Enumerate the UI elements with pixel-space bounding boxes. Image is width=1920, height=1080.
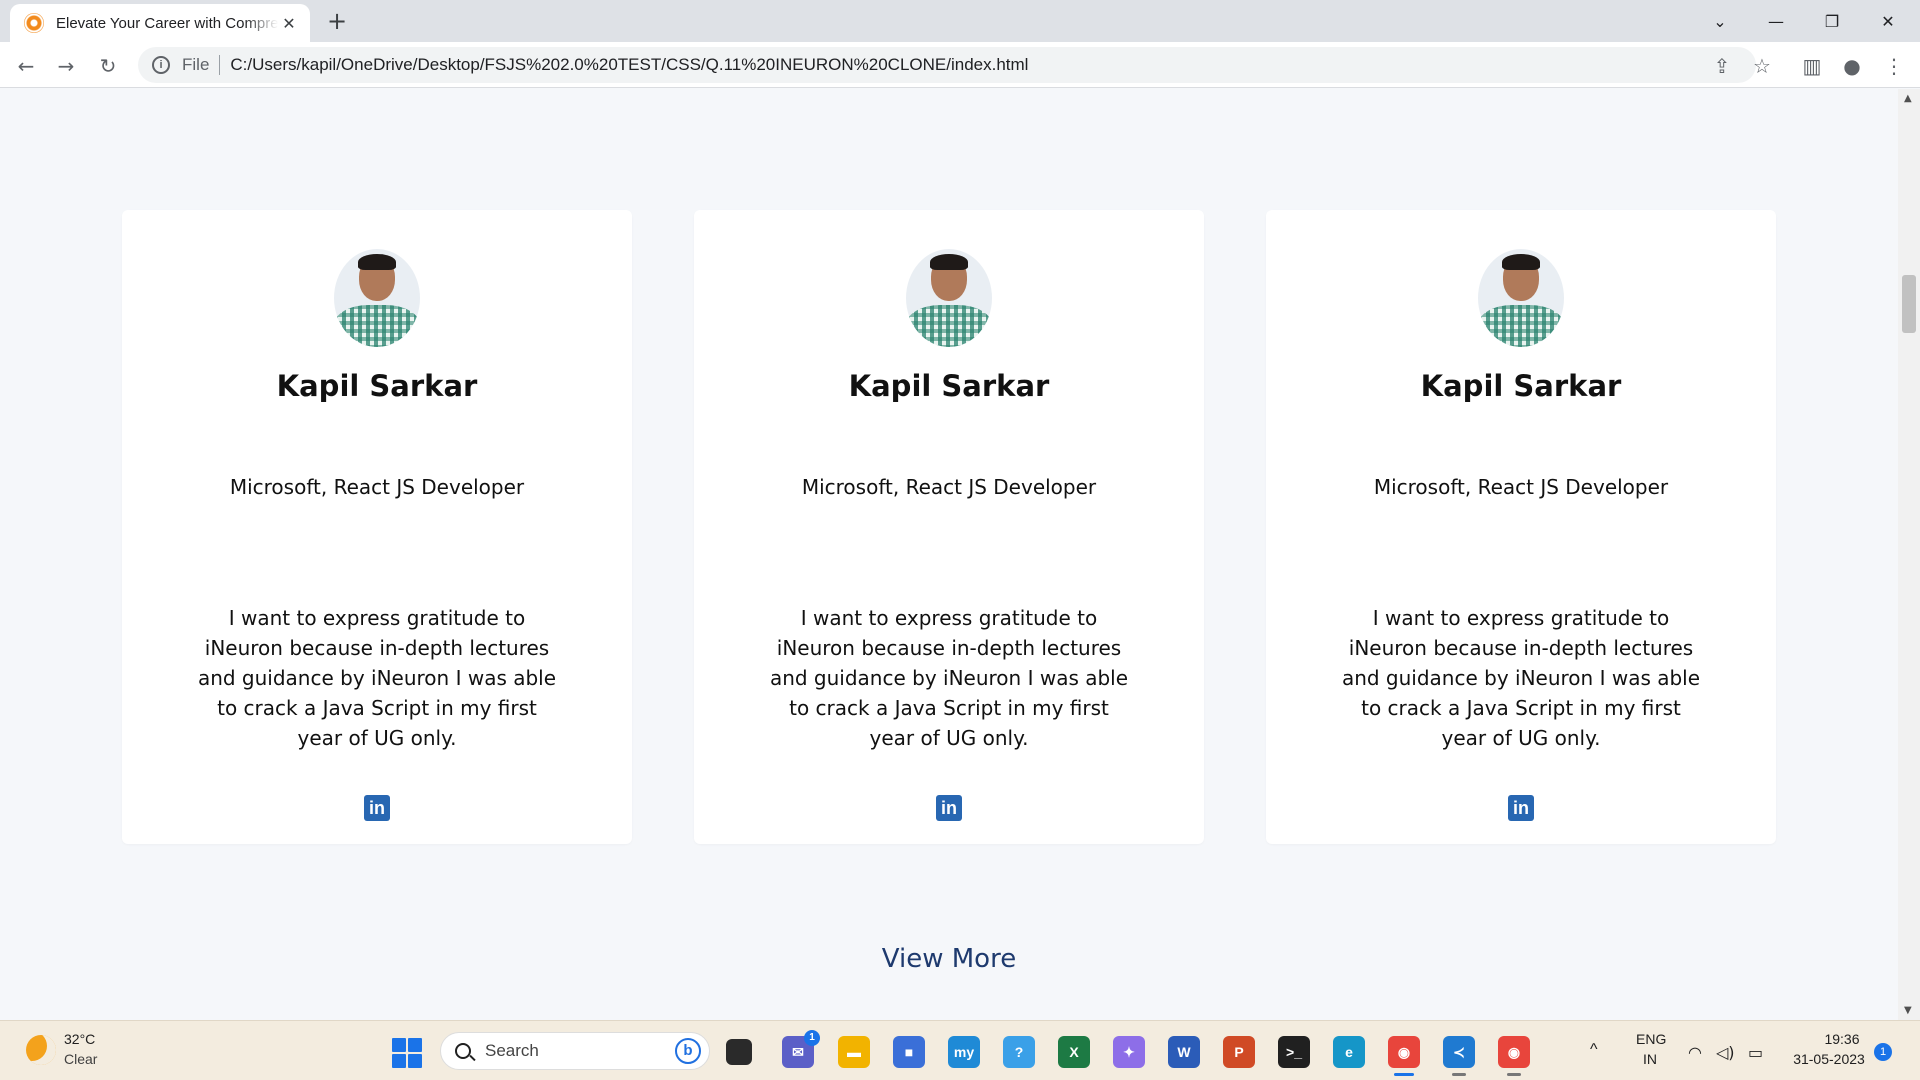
help-app-icon[interactable]: ? [1003,1036,1035,1068]
testimonial-role: Microsoft, React JS Developer [229,475,525,499]
windows-taskbar: 32°C Clear Search b ✉ 1 ▬ ■ my? X ✦ W P >_ e ◉ ≺ ◉ … [0,1020,1920,1080]
task-view-icon[interactable] [726,1039,752,1065]
avatar-hair [358,254,396,270]
tab-title: Elevate Your Career with Comprehensive C… [56,14,278,32]
scroll-down-arrow-icon[interactable]: ▼ [1904,1005,1912,1016]
weather-temperature[interactable]: 32°C [64,1031,95,1047]
testimonial-quote: I want to express gratitude to iNeuron b… [197,606,557,750]
bing-icon[interactable]: b [675,1038,701,1064]
url-separator [219,55,221,75]
clock-time[interactable]: 19:36 [1812,1031,1872,1047]
powerpoint-icon[interactable]: P [1223,1036,1255,1068]
avatar-shirt [1478,305,1564,347]
new-tab-button[interactable]: + [322,6,352,36]
avatar [906,249,992,347]
avatar-shirt [906,305,992,347]
testimonial-role: Microsoft, React JS Developer [1373,475,1669,499]
profile-avatar-icon[interactable]: ● [1836,50,1868,82]
testimonial-card: Kapil Sarkar Microsoft, React JS Develop… [694,210,1204,844]
excel-icon[interactable]: X [1058,1036,1090,1068]
microsoft-store-icon[interactable]: ■ [893,1036,925,1068]
browser-menu-icon[interactable]: ⋮ [1878,50,1910,82]
testimonial-name: Kapil Sarkar [276,369,478,403]
search-icon [455,1043,471,1059]
testimonial-quote: I want to express gratitude to iNeuron b… [1341,606,1701,750]
scroll-thumb[interactable] [1902,275,1916,333]
teams-chat-icon[interactable]: ✉ 1 [782,1030,820,1068]
notification-badge[interactable]: 1 [1874,1043,1892,1061]
wifi-icon[interactable]: ◠ [1688,1043,1702,1062]
site-info-icon[interactable]: i [152,56,170,74]
mylo-app-icon[interactable]: my [948,1036,980,1068]
windows-start-icon[interactable] [392,1038,422,1068]
teams-badge: 1 [804,1030,820,1046]
testimonial-name: Kapil Sarkar [1420,369,1622,403]
chat-glyph: ✉ [792,1043,804,1060]
bookmark-star-icon[interactable]: ☆ [1746,50,1778,82]
browser-toolbar: ← → ↻ i File C:/Users/kapil/OneDrive/Des… [0,42,1920,88]
share-icon[interactable]: ⇪ [1706,50,1738,82]
copilot-app-icon[interactable]: ✦ [1113,1036,1145,1068]
running-indicator [1452,1073,1466,1076]
avatar [334,249,420,347]
tab-search-dropdown-icon[interactable]: ⌄ [1692,0,1748,42]
linkedin-icon[interactable]: in [364,795,390,821]
avatar-hair [1502,254,1540,270]
ineuron-favicon-icon [24,13,44,33]
url-scheme: File [182,55,210,74]
testimonial-card: Kapil Sarkar Microsoft, React JS Develop… [122,210,632,844]
address-bar[interactable]: i File C:/Users/kapil/OneDrive/Desktop/F… [138,47,1756,83]
browser-tab[interactable]: Elevate Your Career with Comprehensive C… [10,4,310,42]
view-more-link[interactable]: View More [0,944,1898,974]
reload-button[interactable]: ↻ [92,50,124,82]
vscode-icon[interactable]: ≺ [1443,1036,1475,1068]
testimonial-name: Kapil Sarkar [848,369,1050,403]
chrome-2-icon[interactable]: ◉ [1498,1036,1530,1068]
search-label: Search [485,1041,539,1060]
page-scrollbar[interactable]: ▲ ▼ [1898,89,1920,1020]
running-indicator [1394,1073,1414,1076]
file-explorer-icon[interactable]: ▬ [838,1036,870,1068]
running-indicator [1507,1073,1521,1076]
chrome-icon[interactable]: ◉ [1388,1036,1420,1068]
volume-icon[interactable]: ◁) [1716,1043,1735,1062]
page-viewport: Kapil Sarkar Microsoft, React JS Develop… [0,89,1898,1020]
region-indicator[interactable]: IN [1643,1051,1657,1067]
avatar-shirt [334,305,420,347]
forward-button[interactable]: → [50,50,82,82]
minimize-button[interactable]: — [1748,0,1804,42]
side-panel-icon[interactable]: ▥ [1796,50,1828,82]
taskbar-search[interactable]: Search b [440,1032,710,1070]
avatar-hair [930,254,968,270]
testimonial-quote: I want to express gratitude to iNeuron b… [769,606,1129,750]
clock-date[interactable]: 31-05-2023 [1786,1051,1872,1067]
show-hidden-icons-chevron-icon[interactable]: ^ [1590,1041,1598,1059]
testimonial-role: Microsoft, React JS Developer [801,475,1097,499]
language-indicator[interactable]: ENG [1636,1031,1666,1047]
restore-button[interactable]: ❐ [1804,0,1860,42]
back-button[interactable]: ← [10,50,42,82]
avatar [1478,249,1564,347]
linkedin-icon[interactable]: in [1508,795,1534,821]
weather-condition[interactable]: Clear [64,1051,97,1067]
edge-icon[interactable]: e [1333,1036,1365,1068]
weather-moon-icon[interactable] [26,1035,56,1065]
url-text[interactable]: C:/Users/kapil/OneDrive/Desktop/FSJS%202… [230,55,1028,75]
linkedin-icon[interactable]: in [936,795,962,821]
testimonial-card: Kapil Sarkar Microsoft, React JS Develop… [1266,210,1776,844]
battery-icon[interactable]: ▭ [1748,1043,1763,1062]
word-icon[interactable]: W [1168,1036,1200,1068]
close-tab-icon[interactable]: ✕ [278,14,300,33]
scroll-up-arrow-icon[interactable]: ▲ [1904,93,1912,104]
tab-strip: Elevate Your Career with Comprehensive C… [0,0,1920,42]
terminal-icon[interactable]: >_ [1278,1036,1310,1068]
close-window-button[interactable]: ✕ [1860,0,1916,42]
